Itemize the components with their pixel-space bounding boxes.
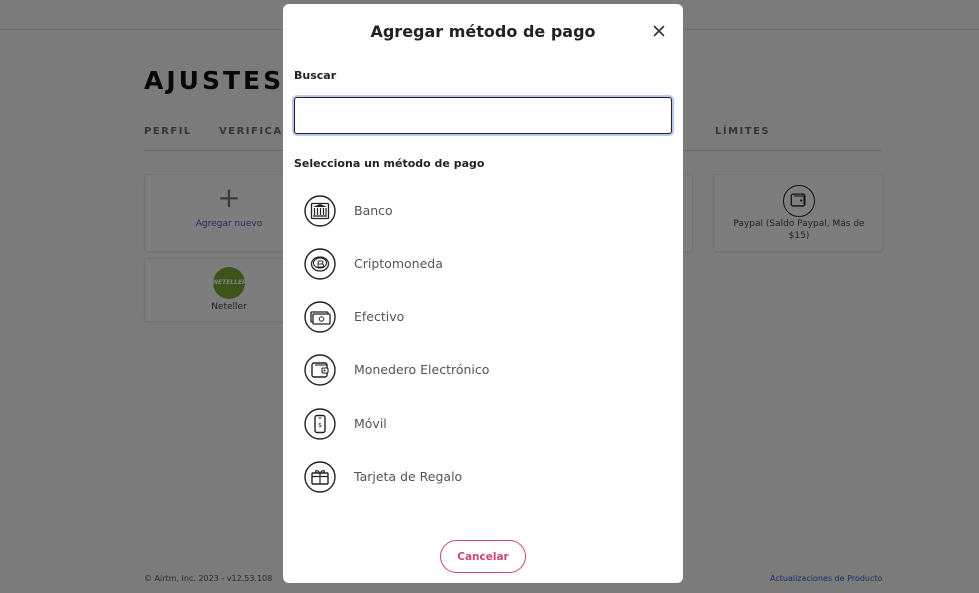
method-monedero-electronico[interactable]: Monedero Electrónico xyxy=(294,349,672,391)
close-icon xyxy=(653,25,665,37)
bank-icon xyxy=(304,195,336,227)
search-input[interactable] xyxy=(294,97,672,134)
search-label: Buscar xyxy=(294,69,337,82)
close-button[interactable] xyxy=(650,22,668,40)
add-payment-method-modal: Agregar método de pago Buscar Selecciona… xyxy=(283,4,683,583)
method-efectivo[interactable]: Efectivo xyxy=(294,296,672,338)
modal-title: Agregar método de pago xyxy=(370,22,596,41)
method-movil[interactable]: $ Móvil xyxy=(294,403,672,445)
method-label: Efectivo xyxy=(354,309,405,324)
method-label: Banco xyxy=(354,203,393,218)
gift-card-icon xyxy=(304,461,336,493)
section-label: Selecciona un método de pago xyxy=(294,157,485,170)
method-label: Móvil xyxy=(354,416,387,431)
crypto-coin-icon xyxy=(304,248,336,280)
svg-text:$: $ xyxy=(318,422,322,429)
method-label: Tarjeta de Regalo xyxy=(354,469,463,484)
method-label: Monedero Electrónico xyxy=(354,362,490,377)
wallet-icon xyxy=(304,354,336,386)
method-banco[interactable]: Banco xyxy=(294,190,672,232)
method-tarjeta-de-regalo[interactable]: Tarjeta de Regalo xyxy=(294,456,672,498)
cash-icon xyxy=(304,301,336,333)
method-label: Criptomoneda xyxy=(354,256,443,271)
method-criptomoneda[interactable]: Criptomoneda xyxy=(294,243,672,285)
cancel-button[interactable]: Cancelar xyxy=(440,540,526,573)
mobile-icon: $ xyxy=(304,408,336,440)
